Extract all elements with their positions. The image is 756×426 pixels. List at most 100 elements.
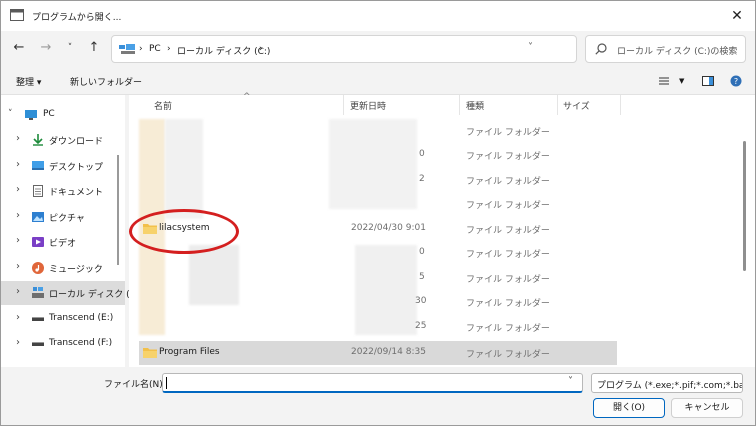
nav-item-transcend-f[interactable]: › Transcend (F:) bbox=[1, 332, 125, 356]
expand-chevron-icon[interactable]: › bbox=[16, 261, 20, 272]
back-arrow-icon[interactable]: ← bbox=[11, 40, 27, 56]
column-header-name[interactable]: 名前 bbox=[154, 99, 172, 112]
nav-item-pictures[interactable]: › ピクチャ bbox=[1, 205, 125, 229]
row-type: ファイル フォルダー bbox=[466, 324, 550, 334]
breadcrumb-local-disk[interactable]: ローカル ディスク (C:) bbox=[177, 44, 270, 57]
row-type: ファイル フォルダー bbox=[466, 201, 550, 211]
cancel-button[interactable]: キャンセル bbox=[671, 398, 743, 418]
expand-chevron-icon[interactable]: › bbox=[16, 184, 20, 195]
filename-label: ファイル名(N): bbox=[104, 380, 166, 390]
new-folder-button[interactable]: 新しいフォルダー bbox=[70, 75, 142, 88]
window-title: プログラムから開く... bbox=[32, 13, 122, 23]
expand-chevron-icon[interactable]: › bbox=[16, 159, 20, 170]
document-icon bbox=[33, 185, 43, 197]
dialog-app-icon bbox=[10, 9, 24, 21]
expand-chevron-icon[interactable]: › bbox=[16, 286, 20, 297]
text-caret bbox=[166, 377, 167, 389]
usb-drive-icon bbox=[32, 342, 44, 346]
nav-label: ドキュメント bbox=[49, 188, 104, 198]
row-type: ファイル フォルダー bbox=[466, 226, 550, 236]
row-type: ファイル フォルダー bbox=[466, 250, 550, 260]
view-list-icon[interactable] bbox=[658, 75, 670, 87]
file-row[interactable]: 0 ファイル フォルダー bbox=[139, 143, 617, 167]
desktop-icon bbox=[32, 161, 44, 170]
file-list-scrollbar[interactable] bbox=[743, 141, 746, 271]
nav-item-downloads[interactable]: › ダウンロード bbox=[1, 128, 125, 152]
expand-chevron-icon[interactable]: › bbox=[16, 210, 20, 221]
search-icon bbox=[595, 43, 607, 55]
column-divider[interactable] bbox=[343, 95, 344, 115]
nav-item-videos[interactable]: › ビデオ bbox=[1, 230, 125, 254]
row-date: 25 bbox=[415, 321, 427, 331]
nav-item-transcend-e[interactable]: › Transcend (E:) bbox=[1, 307, 125, 331]
expand-chevron-icon[interactable]: › bbox=[16, 312, 20, 323]
column-header-size[interactable]: サイズ bbox=[563, 99, 590, 112]
row-type: ファイル フォルダー bbox=[466, 350, 550, 360]
expand-chevron-icon[interactable]: › bbox=[16, 235, 20, 246]
up-arrow-icon[interactable]: ↑ bbox=[86, 40, 102, 56]
nav-label: ローカル ディスク ( bbox=[49, 290, 130, 300]
nav-label: ビデオ bbox=[49, 239, 77, 249]
picture-icon bbox=[32, 212, 44, 222]
folder-icon bbox=[143, 348, 157, 358]
close-button[interactable]: ✕ bbox=[727, 6, 747, 26]
nav-item-desktop[interactable]: › デスクトップ bbox=[1, 154, 125, 178]
filename-input[interactable]: ˅ bbox=[162, 373, 583, 393]
pc-icon bbox=[119, 44, 135, 54]
file-type-filter-select[interactable]: プログラム (*.exe;*.pif;*.com;*.bat bbox=[591, 373, 743, 393]
expand-chevron-icon[interactable]: ˅ bbox=[8, 109, 13, 119]
help-icon[interactable]: ? bbox=[730, 75, 742, 87]
crumb-separator: › bbox=[139, 44, 143, 54]
expand-chevron-icon[interactable]: › bbox=[16, 133, 20, 144]
nav-item-documents[interactable]: › ドキュメント bbox=[1, 179, 125, 203]
drive-icon bbox=[32, 287, 44, 298]
nav-pane-scrollbar[interactable] bbox=[117, 155, 119, 265]
column-divider[interactable] bbox=[557, 95, 558, 115]
highlight-circle-annotation bbox=[129, 209, 239, 254]
row-type: ファイル フォルダー bbox=[466, 128, 550, 138]
file-row[interactable]: ファイル フォルダー bbox=[139, 119, 617, 143]
nav-label: Transcend (E:) bbox=[49, 313, 114, 323]
address-bar[interactable]: › PC › ローカル ディスク (C:) › ˅ ↻ bbox=[111, 35, 674, 63]
preview-pane-icon[interactable] bbox=[702, 75, 714, 87]
nav-label: ミュージック bbox=[49, 265, 103, 275]
navigation-row: ← → ˅ ↑ › PC › ローカル ディスク (C:) › ˅ ↻ ローカル… bbox=[1, 31, 755, 67]
svg-text:?: ? bbox=[734, 77, 738, 86]
column-header-type[interactable]: 種類 bbox=[466, 99, 484, 112]
forward-arrow-icon[interactable]: → bbox=[38, 40, 54, 56]
nav-item-music[interactable]: › ミュージック bbox=[1, 256, 125, 280]
row-date: 2022/04/30 9:01 bbox=[351, 223, 426, 233]
row-name: Program Files bbox=[159, 347, 220, 357]
address-history-chevron-icon[interactable]: ˅ bbox=[528, 42, 533, 53]
download-icon bbox=[33, 134, 43, 146]
expand-chevron-icon[interactable]: › bbox=[16, 337, 20, 348]
crumb-separator: › bbox=[259, 44, 263, 54]
open-with-dialog: プログラムから開く... ✕ ← → ˅ ↑ › PC › ローカル ディスク … bbox=[0, 0, 756, 426]
usb-drive-icon bbox=[32, 317, 44, 321]
row-date: 2022/09/14 8:35 bbox=[351, 347, 426, 357]
title-bar: プログラムから開く... ✕ bbox=[1, 1, 755, 31]
nav-item-local-disk[interactable]: › ローカル ディスク ( bbox=[1, 281, 130, 305]
breadcrumb-pc[interactable]: PC bbox=[149, 44, 161, 54]
column-divider[interactable] bbox=[459, 95, 460, 115]
row-date: 0 bbox=[419, 149, 425, 159]
column-header-date[interactable]: 更新日時 bbox=[350, 99, 386, 112]
view-dropdown-icon[interactable]: ▼ bbox=[679, 77, 684, 85]
row-type: ファイル フォルダー bbox=[466, 299, 550, 309]
filename-history-chevron-icon[interactable]: ˅ bbox=[568, 376, 573, 387]
nav-label: PC bbox=[43, 109, 55, 119]
open-button[interactable]: 開く(O) bbox=[593, 398, 665, 418]
file-row[interactable]: 2 ファイル フォルダー bbox=[139, 168, 617, 192]
search-box[interactable]: ローカル ディスク (C:)の検索 bbox=[585, 35, 746, 63]
recent-locations-chevron-icon[interactable]: ˅ bbox=[62, 40, 78, 56]
file-row[interactable]: 25 ファイル フォルダー bbox=[139, 315, 617, 339]
file-row[interactable]: 30 ファイル フォルダー bbox=[139, 290, 617, 314]
row-date: 0 bbox=[419, 247, 425, 257]
video-icon bbox=[32, 237, 44, 247]
file-row[interactable]: 5 ファイル フォルダー bbox=[139, 266, 617, 290]
column-divider[interactable] bbox=[620, 95, 621, 115]
file-type-filter-value: プログラム (*.exe;*.pif;*.com;*.bat bbox=[597, 381, 743, 391]
organize-button[interactable]: 整理 ▾ bbox=[16, 75, 41, 88]
file-row-selected[interactable]: Program Files 2022/09/14 8:35 ファイル フォルダー bbox=[139, 341, 617, 365]
nav-item-pc[interactable]: ˅ PC bbox=[1, 103, 125, 127]
